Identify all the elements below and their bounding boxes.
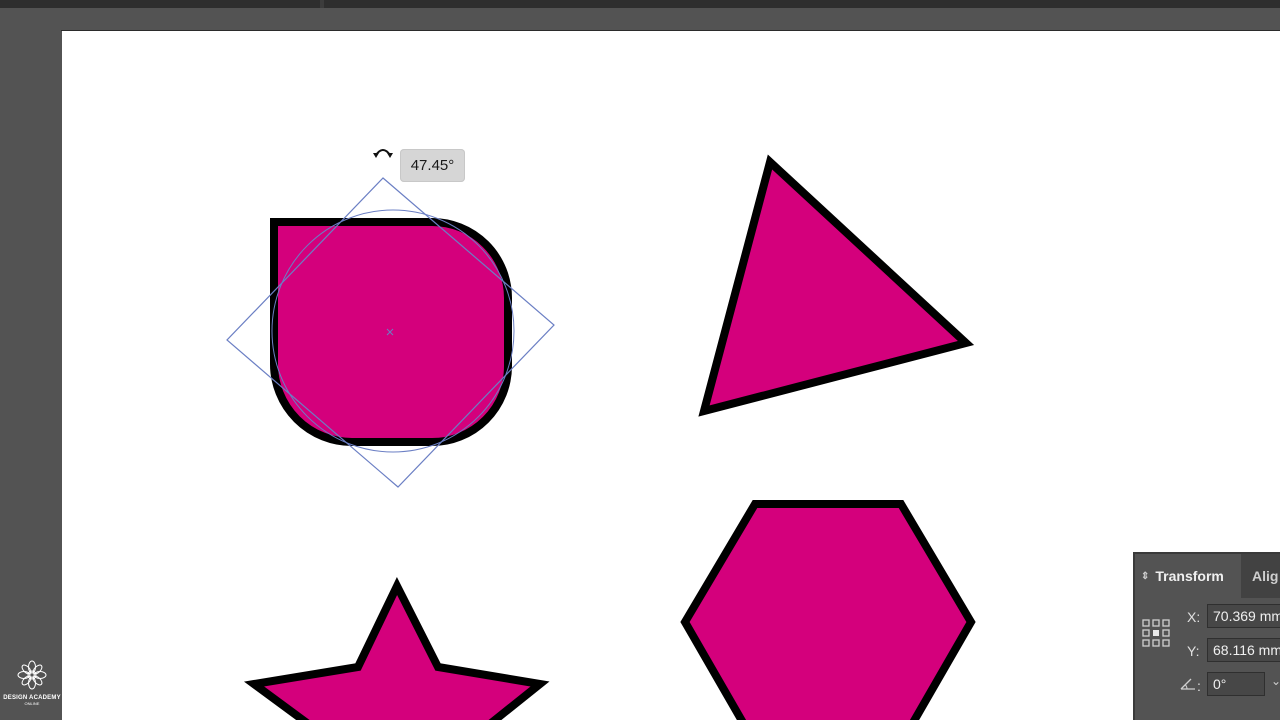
angle-field[interactable]: 0° — [1207, 672, 1265, 696]
y-label: Y: — [1187, 643, 1200, 659]
panel-tab-bar: ⇕ Transform Alig — [1135, 554, 1280, 598]
collapse-toggle-icon[interactable]: ⇕ — [1141, 571, 1149, 582]
angle-dropdown-icon[interactable]: ⌄ — [1271, 674, 1280, 688]
canvas-shapes — [226, 154, 976, 720]
hexagon-shape[interactable] — [680, 500, 976, 720]
watermark-line2: ONLINE — [24, 701, 40, 706]
angle-icon — [1180, 678, 1195, 690]
tab-align[interactable]: Alig — [1252, 554, 1278, 598]
tab-align-label: Alig — [1252, 568, 1279, 584]
y-position-value: 68.116 mm — [1213, 642, 1280, 658]
triangle-shape[interactable] — [698, 154, 975, 417]
angle-value: 0° — [1213, 676, 1227, 692]
tab-transform-label: Transform — [1155, 568, 1224, 584]
x-position-value: 70.369 mm — [1213, 608, 1280, 624]
rotation-angle-tooltip: 47.45° — [400, 149, 465, 182]
angle-label: : — [1197, 678, 1201, 694]
rotate-cursor-icon — [373, 149, 393, 158]
transform-panel: ⇕ Transform Alig X: 70.369 mm Y: 68.116 … — [1133, 552, 1280, 720]
tab-transform[interactable]: ⇕ Transform — [1135, 554, 1241, 598]
star-shape[interactable] — [243, 576, 550, 720]
watermark-logo: DESIGN ACADEMY ONLINE — [2, 660, 62, 716]
y-position-field[interactable]: 68.116 mm — [1207, 638, 1280, 662]
reference-point-icon[interactable] — [1141, 618, 1171, 648]
x-position-field[interactable]: 70.369 mm — [1207, 604, 1280, 628]
x-label: X: — [1187, 609, 1201, 625]
rotation-angle-value: 47.45° — [410, 157, 455, 174]
logo-mandala-icon — [17, 660, 47, 690]
